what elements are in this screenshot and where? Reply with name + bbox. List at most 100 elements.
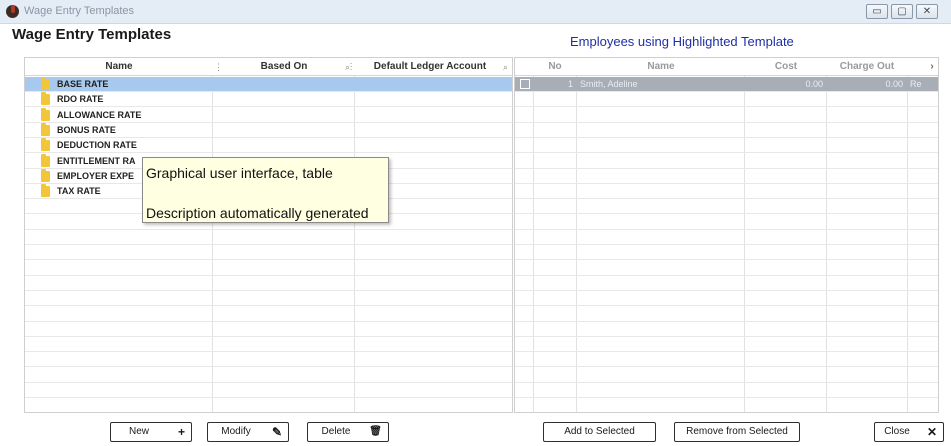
trash-icon: 🗑 [369, 426, 382, 437]
empty-row [25, 245, 512, 261]
column-header-name[interactable]: Name [25, 58, 213, 76]
template-row[interactable]: RDO RATE [25, 92, 512, 108]
close-button-label: Close [884, 426, 910, 437]
employee-name: Smith, Adeline [580, 79, 638, 89]
folder-icon [41, 184, 50, 198]
folder-icon [41, 77, 50, 90]
tooltip-line-1: Graphical user interface, table [146, 165, 333, 181]
empty-row [515, 307, 938, 322]
column-header-charge-out[interactable]: Charge Out [827, 58, 907, 76]
template-row[interactable]: ALLOWANCE RATE [25, 107, 512, 123]
minimize-button[interactable]: ▭ [866, 4, 888, 19]
template-name: ENTITLEMENT RA [57, 155, 136, 166]
remove-from-selected-button[interactable]: Remove from Selected [674, 422, 800, 442]
column-search-icon[interactable]: ⌕ [503, 58, 508, 76]
plus-icon: + [177, 425, 185, 439]
page-title: Wage Entry Templates [12, 26, 172, 43]
column-header-based-on[interactable]: Based On [213, 58, 355, 76]
window-title: Wage Entry Templates [24, 5, 135, 17]
empty-row [25, 230, 512, 245]
empty-row [515, 154, 938, 169]
empty-row [515, 215, 938, 230]
app-logo-icon [6, 5, 19, 18]
scroll-right-icon[interactable]: › [925, 58, 938, 76]
empty-row [515, 322, 938, 337]
templates-grid-header: Name ⋮ Based On ⌕⋮ Default Ledger Accoun… [25, 58, 512, 76]
empty-row [25, 368, 512, 383]
folder-icon [41, 168, 50, 182]
tooltip: Graphical user interface, table Descript… [142, 157, 389, 223]
delete-button-label: Delete [321, 426, 351, 437]
column-header-default-ledger-account[interactable]: Default Ledger Account [355, 58, 505, 76]
modify-button-label: Modify [221, 426, 251, 437]
column-header-no[interactable]: No [533, 58, 577, 76]
template-name: BONUS RATE [57, 124, 116, 135]
empty-row [25, 307, 512, 322]
empty-row [515, 383, 938, 398]
empty-row [515, 261, 938, 276]
empty-row [515, 108, 938, 123]
new-button-label: New [128, 426, 149, 437]
empty-row [515, 123, 938, 138]
empty-row [25, 261, 512, 276]
row-checkbox[interactable] [520, 79, 530, 89]
employees-section-title: Employees using Highlighted Template [570, 34, 794, 49]
folder-icon [41, 138, 50, 152]
folder-icon [41, 153, 50, 167]
template-name: TAX RATE [57, 186, 101, 197]
employees-grid: No Name Cost Charge Out › 1 Smith, Adelin… [514, 57, 939, 413]
close-button[interactable]: Close ✕ [874, 422, 944, 442]
empty-row [515, 138, 938, 154]
new-button[interactable]: New + [110, 422, 192, 442]
employee-row[interactable]: 1 Smith, Adeline 0.00 0.00 Re [515, 77, 938, 92]
empty-row [515, 368, 938, 383]
empty-row [515, 184, 938, 200]
empty-row [515, 199, 938, 215]
tooltip-line-2: Description automatically generated [146, 205, 369, 221]
templates-grid: Name ⋮ Based On ⌕⋮ Default Ledger Accoun… [24, 57, 513, 413]
empty-row [25, 337, 512, 353]
column-header-cost[interactable]: Cost [745, 58, 827, 76]
close-icon: ✕ [926, 425, 937, 439]
add-to-selected-button[interactable]: Add to Selected [543, 422, 656, 442]
modify-button[interactable]: Modify ✎ [207, 422, 289, 442]
empty-row [25, 383, 512, 398]
empty-row [515, 398, 938, 412]
column-search-icon[interactable]: ⌕⋮ [345, 58, 352, 76]
employee-extra: Re [910, 79, 922, 89]
column-header-employee-name[interactable]: Name [577, 58, 745, 76]
remove-from-selected-label: Remove from Selected [686, 426, 788, 437]
delete-button[interactable]: Delete 🗑 [307, 422, 389, 442]
folder-icon [41, 92, 50, 106]
empty-row [515, 92, 938, 108]
employee-charge-out: 0.00 [885, 79, 903, 89]
maximize-button[interactable]: ▢ [891, 4, 913, 19]
template-name: RDO RATE [57, 94, 104, 105]
empty-row [25, 291, 512, 307]
empty-row [515, 276, 938, 291]
folder-icon [41, 122, 50, 136]
window-titlebar: Wage Entry Templates ▭ ▢ ✕ [0, 0, 951, 24]
add-to-selected-label: Add to Selected [564, 426, 635, 437]
template-name: BASE RATE [57, 79, 109, 89]
empty-row [25, 322, 512, 337]
empty-row [25, 398, 512, 412]
empty-row [515, 169, 938, 184]
empty-row [515, 337, 938, 353]
empty-row [515, 245, 938, 261]
employee-cost: 0.00 [805, 79, 823, 89]
template-name: DEDUCTION RATE [57, 140, 137, 151]
employee-no: 1 [567, 79, 573, 89]
empty-row [515, 230, 938, 245]
template-row[interactable]: DEDUCTION RATE [25, 138, 512, 154]
employees-grid-header: No Name Cost Charge Out › [515, 58, 938, 76]
window-close-button[interactable]: ✕ [916, 4, 938, 19]
template-name: EMPLOYER EXPE [57, 170, 135, 181]
template-name: ALLOWANCE RATE [57, 109, 142, 120]
template-row[interactable]: BONUS RATE [25, 122, 512, 138]
empty-row [515, 352, 938, 368]
empty-row [25, 352, 512, 368]
empty-row [25, 276, 512, 291]
empty-row [515, 291, 938, 307]
template-row[interactable]: BASE RATE [25, 77, 512, 92]
